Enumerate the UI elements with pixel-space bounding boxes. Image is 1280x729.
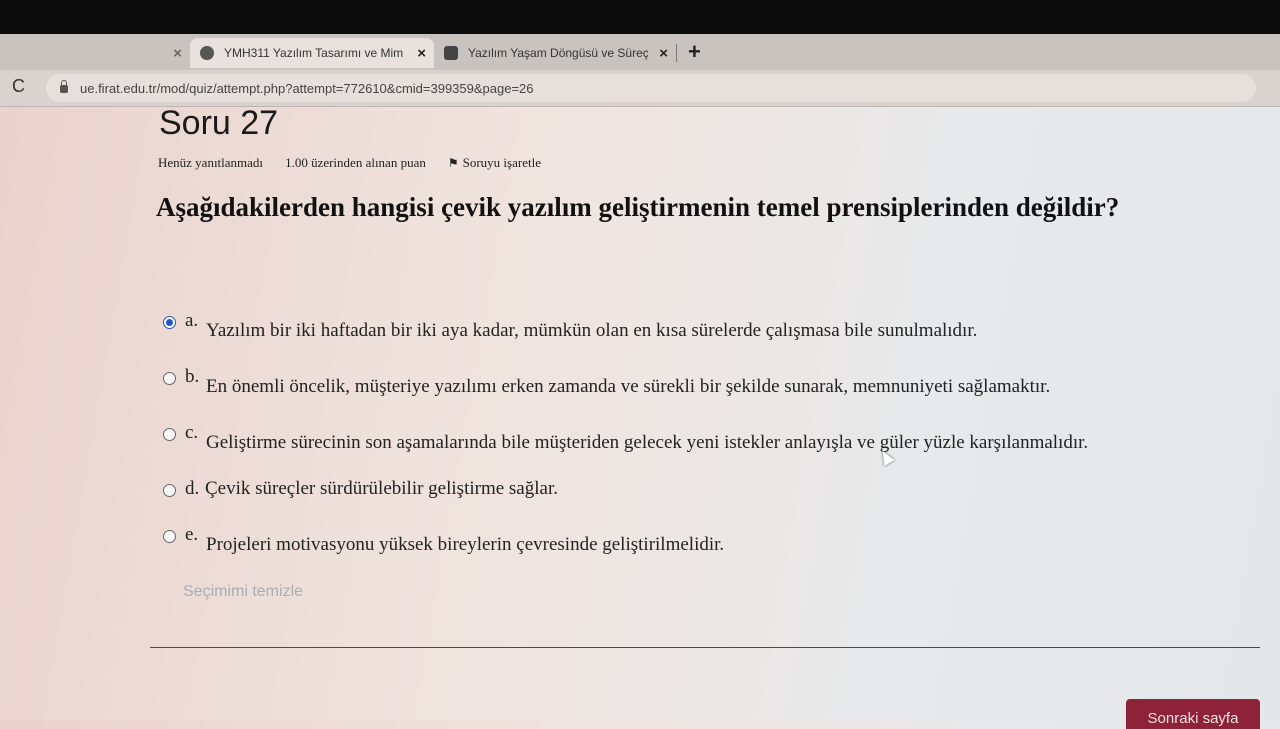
tab-title: Yazılım Yaşam Döngüsü ve Süreç <box>468 46 648 60</box>
reload-icon[interactable]: C <box>12 76 25 97</box>
quiz-content: Soru 27 Henüz yanıtlanmadı 1.00 üzerinde… <box>0 104 1280 729</box>
browser-tab-inactive[interactable]: Yazılım Yaşam Döngüsü ve Süreç × <box>434 38 676 68</box>
flag-question-link[interactable]: ⚑ Soruyu işaretle <box>448 155 541 171</box>
radio-button-b[interactable] <box>163 372 176 385</box>
flag-icon: ⚑ <box>447 156 459 170</box>
flag-question-label: Soruyu işaretle <box>462 155 541 170</box>
next-page-button[interactable]: Sonraki sayfa <box>1126 699 1260 729</box>
answer-text[interactable]: Projeleri motivasyonu yüksek bireylerin … <box>206 534 724 556</box>
address-url: ue.firat.edu.tr/mod/quiz/attempt.php?att… <box>80 80 534 96</box>
lock-icon <box>60 80 68 93</box>
tab-separator <box>676 44 677 62</box>
answer-letter: d. <box>185 478 200 499</box>
answer-letter: b. <box>185 366 200 387</box>
browser-tab-active[interactable]: YMH311 Yazılım Tasarımı ve Mim × <box>190 38 434 68</box>
answer-text[interactable]: Yazılım bir iki haftadan bir iki aya kad… <box>206 320 977 342</box>
tab-title: YMH311 Yazılım Tasarımı ve Mim <box>224 46 404 60</box>
browser-tab-strip: × YMH311 Yazılım Tasarımı ve Mim × Yazıl… <box>0 34 1280 71</box>
radio-button-c[interactable] <box>163 428 176 441</box>
radio-button-a[interactable] <box>163 316 176 329</box>
site-favicon-icon <box>200 46 214 60</box>
answer-letter: c. <box>185 422 199 443</box>
radio-button-d[interactable] <box>163 484 176 497</box>
answer-text[interactable]: Geliştirme sürecinin son aşamalarında bi… <box>206 432 1088 454</box>
question-status: Henüz yanıtlanmadı <box>158 155 264 170</box>
browser-tab-previous[interactable]: × <box>0 38 190 68</box>
close-icon[interactable]: × <box>659 45 668 62</box>
question-info: Henüz yanıtlanmadı 1.00 üzerinden alınan… <box>158 155 541 171</box>
address-bar[interactable]: ue.firat.edu.tr/mod/quiz/attempt.php?att… <box>46 74 1256 102</box>
screen-bezel <box>0 0 1280 38</box>
answer-text[interactable]: Çevik süreçler sürdürülebilir geliştirme… <box>205 478 558 500</box>
answer-letter: e. <box>185 524 199 545</box>
browser-toolbar: C ue.firat.edu.tr/mod/quiz/attempt.php?a… <box>0 70 1280 107</box>
question-number: Soru 27 <box>159 104 279 142</box>
question-grade: 1.00 üzerinden alınan puan <box>285 155 426 170</box>
new-tab-icon[interactable]: + <box>688 40 701 64</box>
question-text: Aşağıdakilerden hangisi çevik yazılım ge… <box>156 192 1120 222</box>
divider <box>150 647 1260 648</box>
answer-text[interactable]: En önemli öncelik, müşteriye yazılımı er… <box>206 376 1050 398</box>
clear-choice-link[interactable]: Seçimimi temizle <box>183 583 303 601</box>
radio-button-e[interactable] <box>163 530 176 543</box>
teams-favicon-icon <box>444 46 458 60</box>
close-icon[interactable]: × <box>173 45 182 62</box>
answer-letter: a. <box>185 310 199 331</box>
close-icon[interactable]: × <box>417 45 426 62</box>
